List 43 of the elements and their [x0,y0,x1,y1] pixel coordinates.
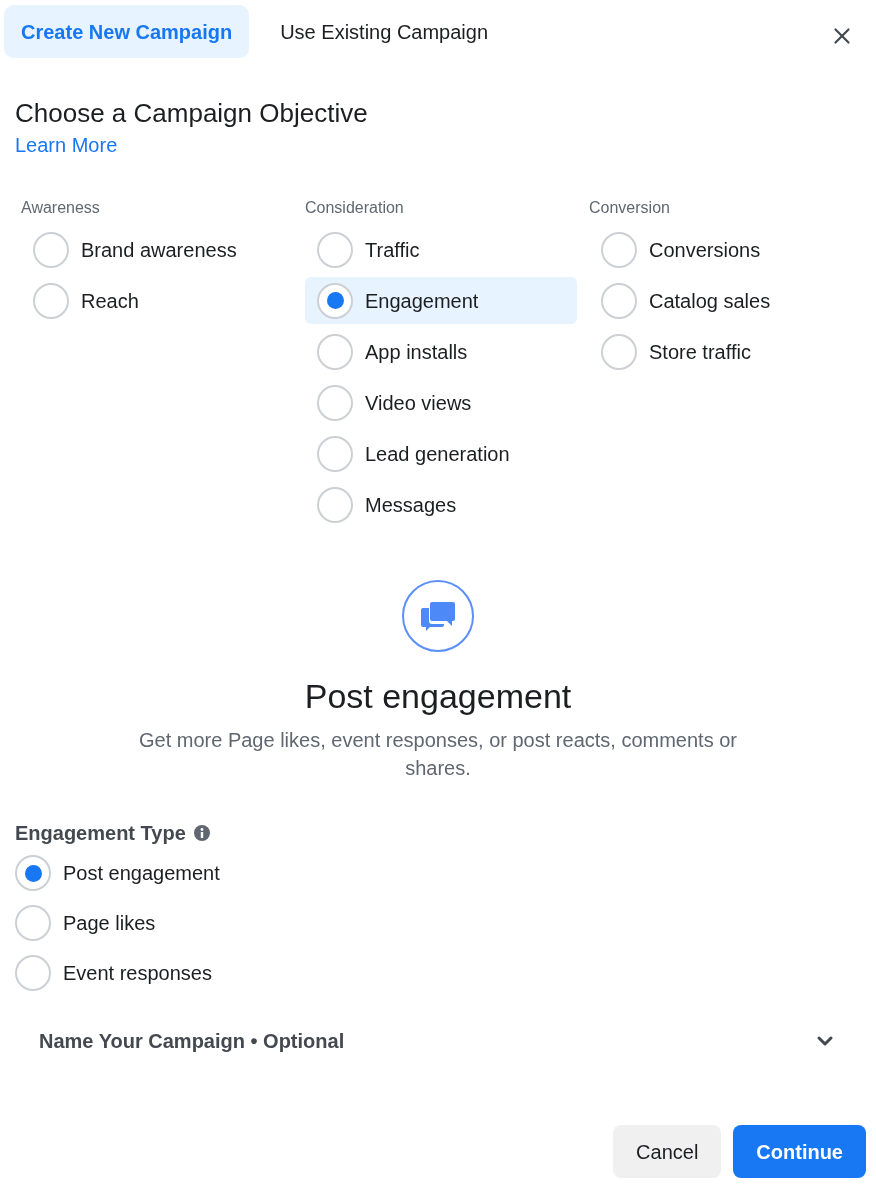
radio-button[interactable] [317,231,353,268]
radio-button[interactable] [317,333,353,370]
objective-option[interactable]: Lead generation [305,430,577,477]
engagement-type-option[interactable]: Post engagement [15,850,224,896]
tab[interactable]: Create New Campaign [4,5,250,58]
objective-option[interactable]: Brand awareness [21,226,293,273]
group-header: Awareness [21,198,100,218]
objective-option[interactable]: Traffic [305,226,577,273]
section-heading: Choose a Campaign Objective [15,97,368,129]
engagement-type-label: Engagement Type [15,821,186,845]
radio-button[interactable] [15,855,51,891]
continue-button[interactable]: Continue [733,1125,866,1178]
radio-button[interactable] [33,231,69,268]
cancel-button[interactable]: Cancel [613,1125,722,1178]
objective-option[interactable]: Conversions [589,226,861,273]
objective-title: Post engagement [304,676,572,716]
radio-button[interactable] [15,955,51,991]
objective-option[interactable]: Store traffic [589,328,861,375]
objective-option[interactable]: Catalog sales [589,277,861,324]
objective-option[interactable]: Messages [305,481,577,528]
engagement-type-option[interactable]: Page likes [15,900,160,946]
objective-description: Get more Page likes, event responses, or post reacts, comments or shares. [137,728,738,781]
objective-option[interactable]: Reach [21,277,293,324]
info-icon [193,825,210,841]
radio-button[interactable] [317,282,353,319]
radio-button[interactable] [15,905,51,941]
group-header: Consideration [305,198,404,218]
radio-button[interactable] [601,333,637,370]
engagement-type-option[interactable]: Event responses [15,950,216,996]
objective-option[interactable]: App installs [305,328,577,375]
learn-more-link[interactable]: Learn More [15,133,118,157]
objective-option[interactable]: Engagement [305,277,577,324]
radio-button[interactable] [317,384,353,421]
radio-button[interactable] [601,231,637,268]
group-header: Conversion [589,198,670,218]
tab[interactable]: Use Existing Campaign [263,5,506,58]
radio-button[interactable] [601,282,637,319]
radio-button[interactable] [317,486,353,523]
chat-bubbles-icon [402,580,474,652]
radio-button[interactable] [317,435,353,472]
objective-option[interactable]: Video views [305,379,577,426]
name-campaign-toggle[interactable]: Name Your Campaign • Optional [15,1013,861,1069]
radio-button[interactable] [33,282,69,319]
